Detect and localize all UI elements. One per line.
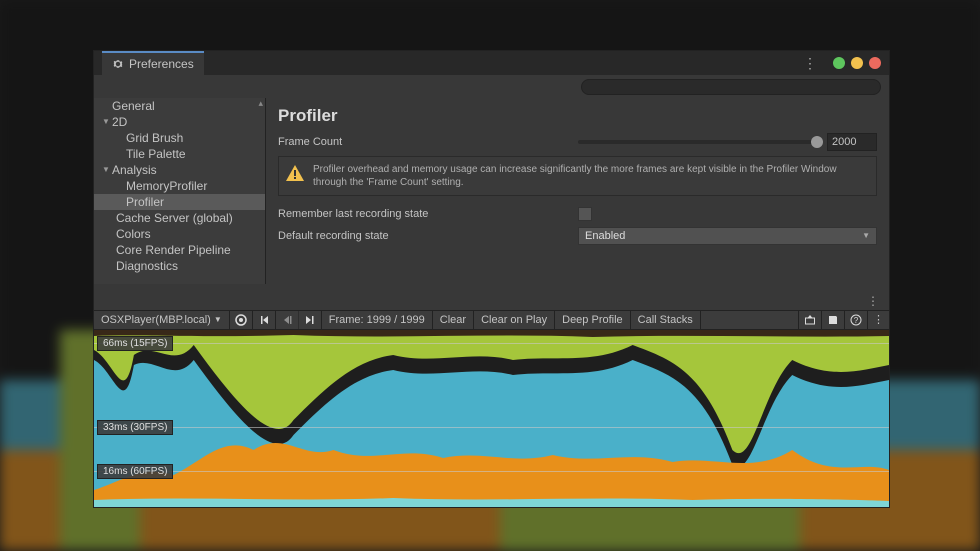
frame-count-field[interactable] <box>827 133 877 151</box>
warning-icon <box>285 163 305 183</box>
titlebar: Preferences ⋮ <box>94 51 889 75</box>
profiler-toolbar: OSXPlayer(MBP.local)▼ Frame: 1999 / 1999… <box>94 310 889 330</box>
slider-thumb[interactable] <box>811 136 823 148</box>
warning-text: Profiler overhead and memory usage can i… <box>313 163 870 189</box>
sidebar-item-core-render[interactable]: Core Render Pipeline <box>94 242 265 258</box>
search-input[interactable] <box>581 79 881 95</box>
window-menu-icon[interactable]: ⋮ <box>803 55 817 72</box>
traffic-light-yellow[interactable] <box>851 57 863 69</box>
load-button[interactable] <box>799 311 822 329</box>
foldout-icon[interactable]: ▼ <box>102 117 112 126</box>
traffic-light-green[interactable] <box>833 57 845 69</box>
sidebar-item-2d[interactable]: ▼2D <box>94 114 265 130</box>
sidebar-item-tile-palette[interactable]: Tile Palette <box>94 146 265 162</box>
panel-kebab-button[interactable]: ⋮ <box>868 311 889 329</box>
warning-box: Profiler overhead and memory usage can i… <box>278 156 877 196</box>
sidebar-item-colors[interactable]: Colors <box>94 226 265 242</box>
sidebar-item-diagnostics[interactable]: Diagnostics <box>94 258 265 274</box>
remember-state-label: Remember last recording state <box>278 208 578 220</box>
clear-on-play-button[interactable]: Clear on Play <box>474 311 555 329</box>
chevron-down-icon: ▼ <box>214 315 222 324</box>
frame-count-label: Frame Count <box>278 136 578 148</box>
sidebar-item-memory-profiler[interactable]: MemoryProfiler <box>94 178 265 194</box>
frame-back-button[interactable] <box>276 311 299 329</box>
fps-label-15: 66ms (15FPS) <box>97 336 173 351</box>
default-state-label: Default recording state <box>278 230 578 242</box>
record-button[interactable] <box>230 311 253 329</box>
save-button[interactable] <box>822 311 845 329</box>
preferences-content: Profiler Frame Count Profiler overhead a… <box>266 98 889 284</box>
sidebar-item-profiler[interactable]: Profiler <box>94 194 265 210</box>
call-stacks-button[interactable]: Call Stacks <box>631 311 701 329</box>
page-title: Profiler <box>278 106 877 126</box>
frame-indicator[interactable]: Frame: 1999 / 1999 <box>322 311 433 329</box>
search-bar: ⌕ <box>94 75 889 98</box>
frame-count-slider[interactable] <box>578 140 819 144</box>
sidebar-item-analysis[interactable]: ▼Analysis <box>94 162 265 178</box>
foldout-icon[interactable]: ▼ <box>102 165 112 174</box>
frame-first-button[interactable] <box>253 311 276 329</box>
default-state-dropdown[interactable]: Enabled ▼ <box>578 227 877 245</box>
preferences-tab[interactable]: Preferences <box>102 51 204 75</box>
remember-state-checkbox[interactable] <box>578 207 592 221</box>
fps-label-30: 33ms (30FPS) <box>97 420 173 435</box>
profiler-graph[interactable]: 66ms (15FPS) 33ms (30FPS) 16ms (60FPS) <box>94 330 889 507</box>
target-dropdown[interactable]: OSXPlayer(MBP.local)▼ <box>94 311 230 329</box>
preferences-window: Preferences ⋮ ⌕ ▴ General ▼2D Grid Brush… <box>93 50 890 508</box>
scroll-up-icon: ▴ <box>258 98 263 109</box>
frame-forward-button[interactable] <box>299 311 322 329</box>
sidebar-item-general[interactable]: General <box>94 98 265 114</box>
chevron-down-icon: ▼ <box>862 231 870 240</box>
deep-profile-button[interactable]: Deep Profile <box>555 311 631 329</box>
fps-label-60: 16ms (60FPS) <box>97 464 173 479</box>
help-button[interactable]: ? <box>845 311 868 329</box>
traffic-light-red[interactable] <box>869 57 881 69</box>
preferences-sidebar[interactable]: ▴ General ▼2D Grid Brush Tile Palette ▼A… <box>94 98 266 284</box>
svg-text:?: ? <box>854 316 859 325</box>
tab-title: Preferences <box>129 57 194 71</box>
profiler-panel-menu[interactable]: ⋮ <box>94 294 889 310</box>
gear-icon <box>112 58 124 70</box>
clear-button[interactable]: Clear <box>433 311 474 329</box>
sidebar-item-cache-server[interactable]: Cache Server (global) <box>94 210 265 226</box>
sidebar-item-grid-brush[interactable]: Grid Brush <box>94 130 265 146</box>
